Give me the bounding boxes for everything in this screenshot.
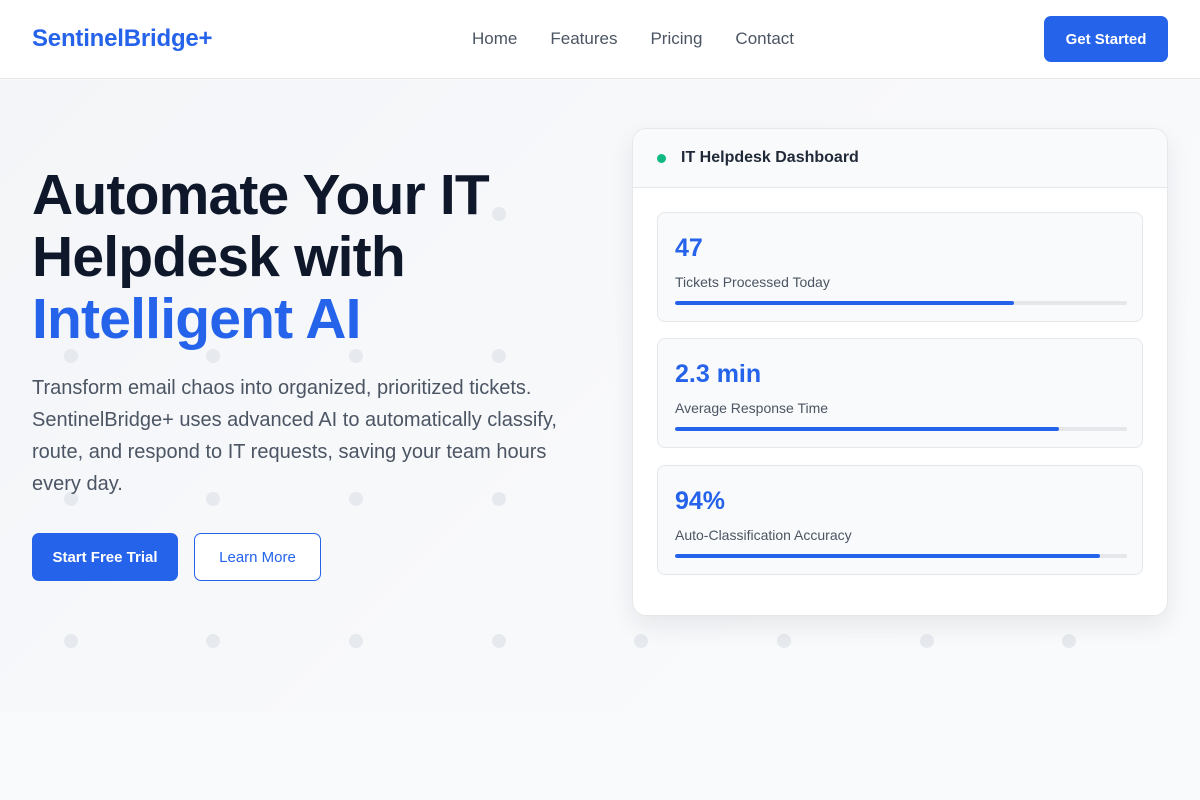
dashboard-preview-card: IT Helpdesk Dashboard 47 Tickets Process… xyxy=(632,128,1168,616)
brand-logo[interactable]: SentinelBridge+ xyxy=(32,24,213,54)
status-indicator-dot xyxy=(657,154,666,163)
metric-value: 2.3 min xyxy=(675,360,762,388)
background-dot xyxy=(492,634,506,648)
progress-track xyxy=(675,554,1127,558)
start-free-trial-button[interactable]: Start Free Trial xyxy=(32,533,178,581)
nav-link-features[interactable]: Features xyxy=(550,28,617,50)
background-dot xyxy=(349,349,363,363)
metric-label: Average Response Time xyxy=(675,400,829,416)
next-section-background xyxy=(0,713,1200,800)
background-dot xyxy=(634,634,648,648)
nav-link-pricing[interactable]: Pricing xyxy=(650,28,702,50)
background-dot xyxy=(349,634,363,648)
progress-fill xyxy=(675,427,1060,431)
hero-heading-line-2: Helpdesk with xyxy=(32,225,406,289)
progress-fill xyxy=(675,554,1100,558)
site-header: SentinelBridge+ Home Features Pricing Co… xyxy=(0,0,1200,79)
hero-heading: Automate Your IT Helpdesk with Intellige… xyxy=(32,163,490,351)
metric-label: Tickets Processed Today xyxy=(675,274,830,290)
get-started-button[interactable]: Get Started xyxy=(1044,16,1168,62)
background-dot xyxy=(492,207,506,221)
main-nav: Home Features Pricing Contact xyxy=(472,28,794,50)
nav-link-contact[interactable]: Contact xyxy=(735,28,794,50)
hero-heading-accent: Intelligent AI xyxy=(32,287,361,351)
hero-description: Transform email chaos into organized, pr… xyxy=(32,377,557,495)
background-dot xyxy=(206,349,220,363)
hero-heading-line-1: Automate Your IT xyxy=(32,163,490,227)
metric-card-accuracy: 94% Auto-Classification Accuracy xyxy=(657,465,1143,575)
background-dot xyxy=(64,349,78,363)
background-dot xyxy=(492,349,506,363)
nav-link-home[interactable]: Home xyxy=(472,28,517,50)
hero-section: Automate Your IT Helpdesk with Intellige… xyxy=(0,80,1200,713)
metric-value: 47 xyxy=(675,234,703,262)
background-dot xyxy=(1062,634,1076,648)
progress-fill xyxy=(675,301,1014,305)
background-dot xyxy=(920,634,934,648)
metric-card-response-time: 2.3 min Average Response Time xyxy=(657,338,1143,448)
progress-track xyxy=(675,427,1127,431)
metric-value: 94% xyxy=(675,487,726,515)
background-dot xyxy=(64,634,78,648)
learn-more-button[interactable]: Learn More xyxy=(194,533,321,581)
metric-label: Auto-Classification Accuracy xyxy=(675,527,852,543)
dashboard-title: IT Helpdesk Dashboard xyxy=(681,149,859,166)
progress-track xyxy=(675,301,1127,305)
background-dot xyxy=(206,634,220,648)
background-dot xyxy=(777,634,791,648)
dashboard-header: IT Helpdesk Dashboard xyxy=(633,129,1167,188)
metric-card-tickets: 47 Tickets Processed Today xyxy=(657,212,1143,322)
